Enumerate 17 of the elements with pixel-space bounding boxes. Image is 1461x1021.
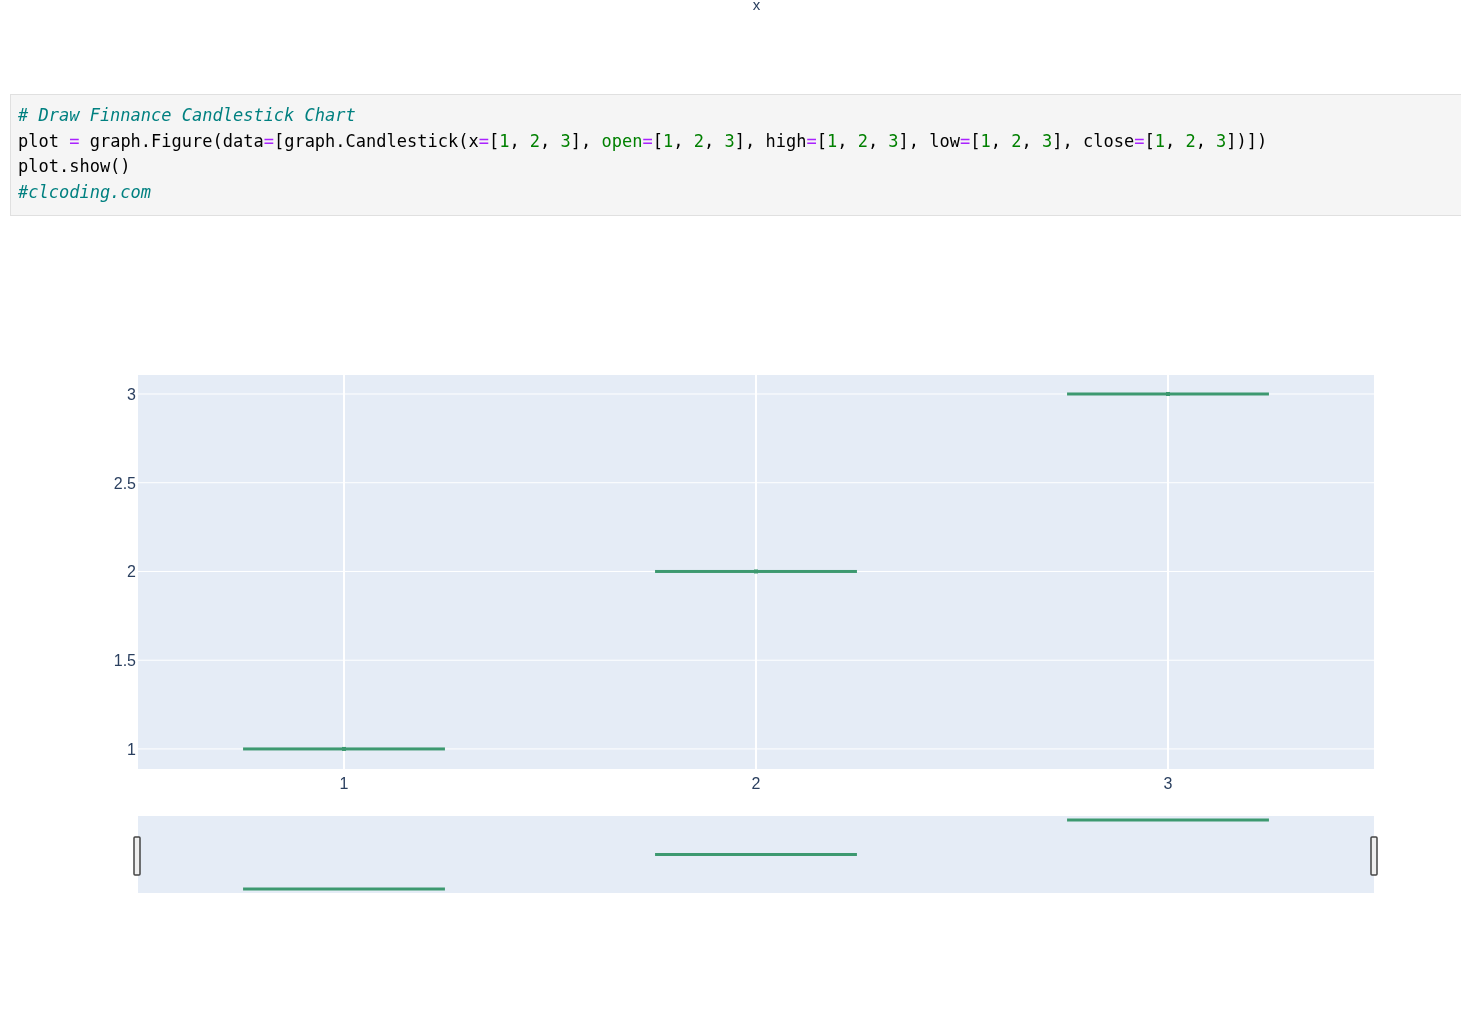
candlestick-wick (1166, 392, 1170, 396)
y-tick-label: 1.5 (113, 652, 136, 670)
y-tick-label: 2 (127, 563, 136, 581)
range-slider[interactable] (133, 816, 1378, 893)
code-line: plot.show() (18, 155, 131, 178)
code-line: #clcoding.com (18, 180, 152, 204)
y-tick-label: 2.5 (113, 474, 136, 492)
x-tick-label: 2 (751, 775, 761, 792)
range-slider-handle[interactable] (1370, 836, 1378, 876)
axis-title: x (751, 0, 762, 14)
x-tick-label: 3 (1163, 775, 1173, 792)
code-line: # Draw Finnance Candlestick Chart (18, 104, 356, 127)
y-tick-label: 1 (127, 740, 136, 758)
x-tick-label: 1 (339, 775, 349, 792)
range-slider-handle[interactable] (133, 836, 141, 876)
y-tick-label: 3 (127, 386, 136, 403)
code-line: plot = graph.Figure(data=[graph.Candlestick(x=[1, 2, 3], open=[1, 2, 3], high=[1, 2, 3], low=[1, 2, 3], close=[1, 2, 3])]) (18, 129, 1268, 153)
